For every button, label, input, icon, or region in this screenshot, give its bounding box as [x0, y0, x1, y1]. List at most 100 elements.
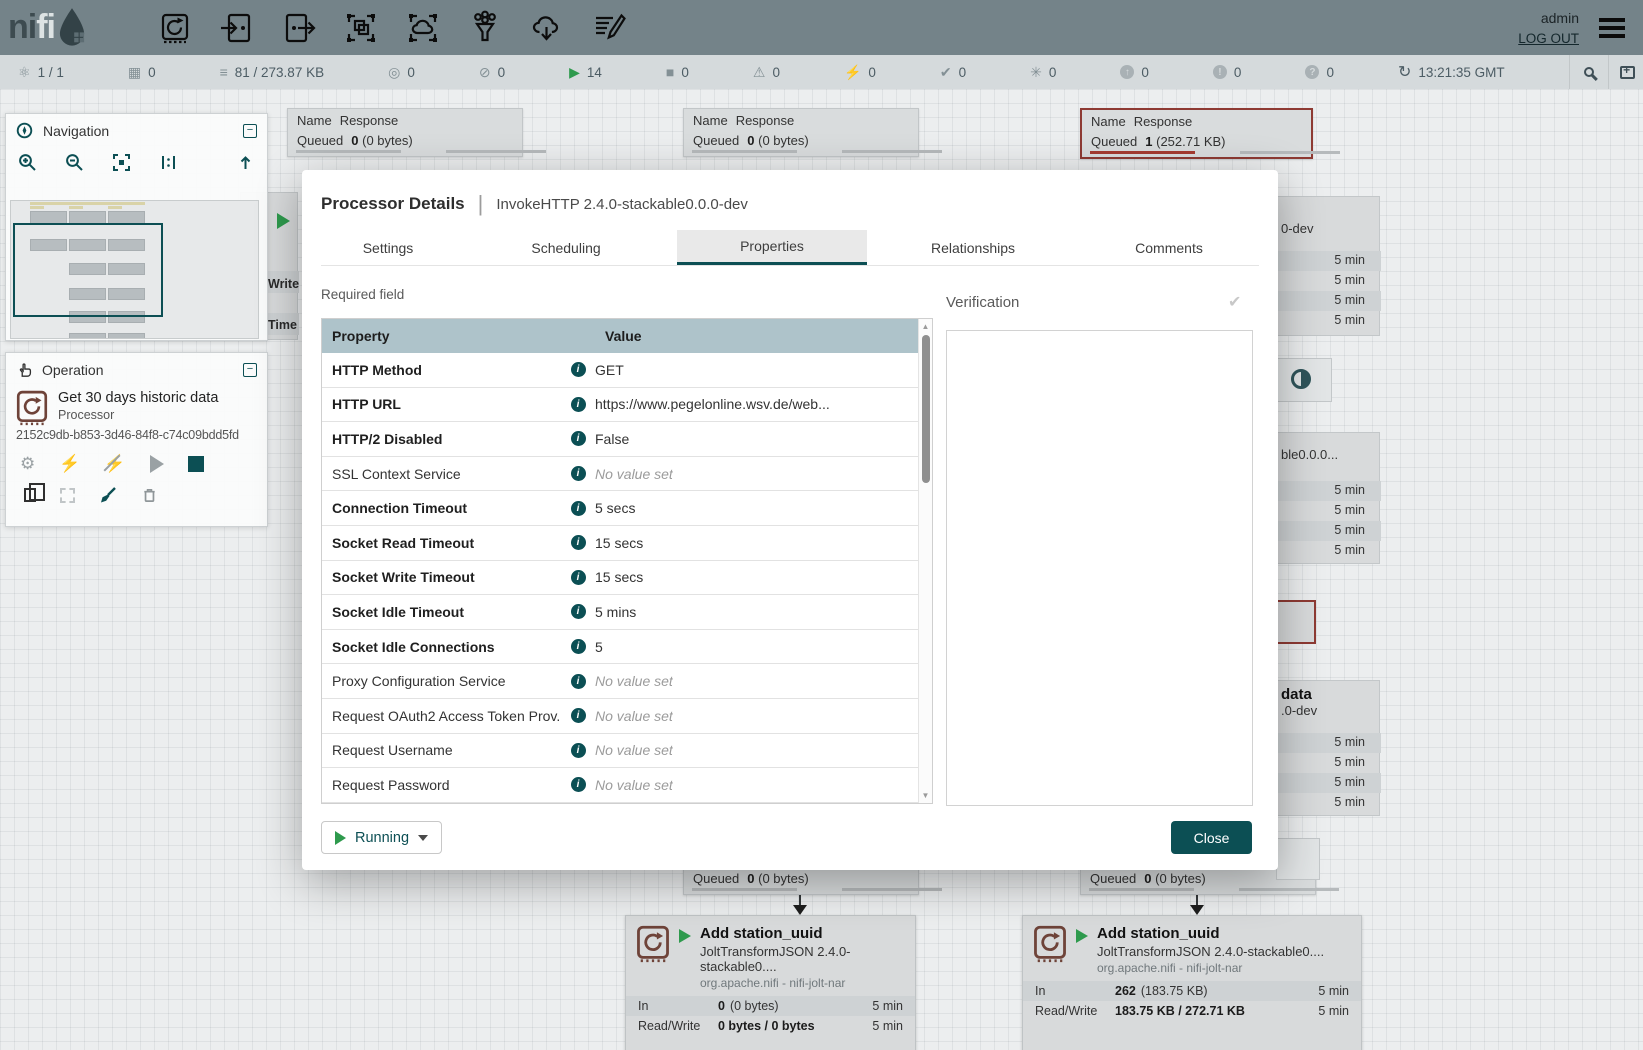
processor-bundle: org.apache.nifi - nifi-jolt-nar: [1097, 961, 1324, 975]
stat-window: 5 min: [1334, 483, 1365, 497]
info-icon[interactable]: i: [571, 604, 586, 619]
connection-queued-row: Queued0 (0 bytes): [684, 867, 918, 887]
search-icon: [1584, 67, 1594, 77]
tab-properties[interactable]: Properties: [677, 230, 867, 265]
queue-bar: [1240, 151, 1340, 154]
connection-label-alert[interactable]: NameResponse Queued1 (252.71 KB): [1080, 108, 1313, 159]
zoom-fit-icon[interactable]: [112, 153, 131, 172]
copy-icon[interactable]: [24, 488, 36, 502]
status-sync-failure: ?0: [1305, 65, 1334, 80]
info-icon[interactable]: i: [571, 397, 586, 412]
tab-comments[interactable]: Comments: [1079, 230, 1259, 265]
stop-icon[interactable]: [188, 456, 204, 472]
connection-queued-row: Queued1 (252.71 KB): [1082, 130, 1311, 150]
info-icon[interactable]: i: [571, 777, 586, 792]
info-icon[interactable]: i: [571, 501, 586, 516]
connection-queued-row: Queued0 (0 bytes): [684, 129, 918, 149]
connection-label[interactable]: NameResponse Queued0 (0 bytes): [683, 108, 919, 157]
search-button[interactable]: [1570, 55, 1608, 89]
stat-window: 5 min: [1334, 313, 1365, 327]
info-icon[interactable]: i: [571, 535, 586, 550]
template-component-icon[interactable]: [528, 8, 566, 48]
zoom-actual-icon[interactable]: [159, 153, 178, 172]
group-icon[interactable]: [60, 488, 75, 503]
status-transmitting: ◎0: [388, 64, 415, 81]
connection-queued-row: Queued0 (0 bytes): [288, 129, 522, 149]
settings-icon: [1620, 66, 1635, 79]
info-icon[interactable]: i: [571, 431, 586, 446]
info-icon[interactable]: i: [571, 570, 586, 585]
dialog-tabs: Settings Scheduling Properties Relations…: [321, 230, 1259, 266]
stat-window: 5 min: [1334, 755, 1365, 769]
disabled-icon: ⚡: [844, 64, 861, 81]
funnel-component-icon[interactable]: [466, 8, 504, 48]
queue-bar: [842, 888, 942, 891]
logout-link[interactable]: LOG OUT: [1518, 31, 1579, 46]
property-row: HTTP Method i GET: [322, 353, 932, 388]
configure-icon[interactable]: ⚙: [20, 454, 35, 474]
compass-icon: [16, 122, 33, 139]
stat-row-readwrite: Read/Write 183.75 KB / 272.71 KB 5 min: [1023, 1001, 1361, 1021]
enable-icon[interactable]: ⚡: [59, 454, 80, 474]
scroll-down-icon[interactable]: ▼: [919, 791, 932, 800]
status-refresh[interactable]: ↻13:21:35 GMT: [1398, 62, 1505, 82]
stat-window: 5 min: [1334, 273, 1365, 287]
zoom-out-icon[interactable]: [65, 153, 84, 172]
queue-bar: [446, 150, 546, 153]
close-button[interactable]: Close: [1171, 821, 1252, 854]
label-component-icon[interactable]: [590, 8, 628, 48]
processor-icon: [16, 390, 48, 426]
output-port-component-icon[interactable]: [280, 8, 318, 48]
info-icon[interactable]: i: [571, 639, 586, 654]
status-disabled: ⚡0: [844, 64, 876, 81]
info-icon[interactable]: i: [571, 362, 586, 377]
navigation-panel: Navigation −: [5, 113, 268, 341]
refresh-icon[interactable]: ↻: [1398, 62, 1411, 82]
connection-label[interactable]: Queued0 (0 bytes): [683, 866, 919, 895]
disable-icon[interactable]: ⚡: [104, 454, 125, 474]
settings-button[interactable]: [1609, 55, 1643, 89]
info-icon[interactable]: i: [571, 466, 586, 481]
tab-relationships[interactable]: Relationships: [867, 230, 1079, 265]
color-brush-icon[interactable]: [99, 486, 117, 504]
property-row: Request OAuth2 Access Token Prov... i No…: [322, 699, 932, 734]
property-row: Request Password i No value set: [322, 768, 932, 803]
zoom-in-icon[interactable]: [18, 153, 37, 172]
tab-scheduling[interactable]: Scheduling: [455, 230, 677, 265]
app-header: nifi admin: [0, 0, 1643, 55]
property-row: Proxy Configuration Service i No value s…: [322, 664, 932, 699]
collapse-icon[interactable]: −: [243, 124, 257, 138]
birdseye-minimap[interactable]: [10, 200, 259, 339]
start-icon[interactable]: [150, 455, 164, 473]
stat-window: 5 min: [1334, 735, 1365, 749]
cluster-icon: ⚛: [18, 64, 31, 81]
processor-card[interactable]: Add station_uuid JoltTransformJSON 2.4.0…: [1022, 915, 1362, 1050]
table-scrollbar[interactable]: ▲ ▼: [918, 319, 932, 803]
processor-component-icon[interactable]: [156, 8, 194, 48]
info-icon[interactable]: i: [571, 708, 586, 723]
birdseye-toggle-icon[interactable]: [236, 153, 255, 172]
minimap-label: [69, 206, 83, 209]
collapse-icon[interactable]: −: [243, 363, 257, 377]
verify-properties-icon[interactable]: ✔: [1228, 292, 1241, 312]
connection-label[interactable]: NameResponse Queued0 (0 bytes): [287, 108, 523, 157]
hand-pointer-icon: [16, 361, 32, 378]
process-group-component-icon[interactable]: [342, 8, 380, 48]
input-port-component-icon[interactable]: [218, 8, 256, 48]
delete-icon[interactable]: [141, 486, 158, 504]
locally-modified-icon: ✳: [1030, 64, 1042, 81]
scrollbar-thumb[interactable]: [922, 335, 930, 483]
minimap-viewport[interactable]: [13, 223, 163, 317]
status-not-transmitting: ⊘0: [479, 64, 505, 81]
stale-icon: ↑: [1120, 65, 1134, 79]
scroll-up-icon[interactable]: ▲: [919, 322, 932, 331]
processor-card[interactable]: Add station_uuid JoltTransformJSON 2.4.0…: [625, 915, 916, 1050]
remote-process-group-component-icon[interactable]: [404, 8, 442, 48]
connection-arrow: [793, 905, 807, 915]
info-icon[interactable]: i: [571, 743, 586, 758]
info-icon[interactable]: i: [571, 674, 586, 689]
run-state-dropdown[interactable]: Running: [321, 821, 442, 854]
status-running: ▶14: [569, 64, 602, 81]
global-menu-icon[interactable]: [1595, 14, 1629, 42]
tab-settings[interactable]: Settings: [321, 230, 455, 265]
